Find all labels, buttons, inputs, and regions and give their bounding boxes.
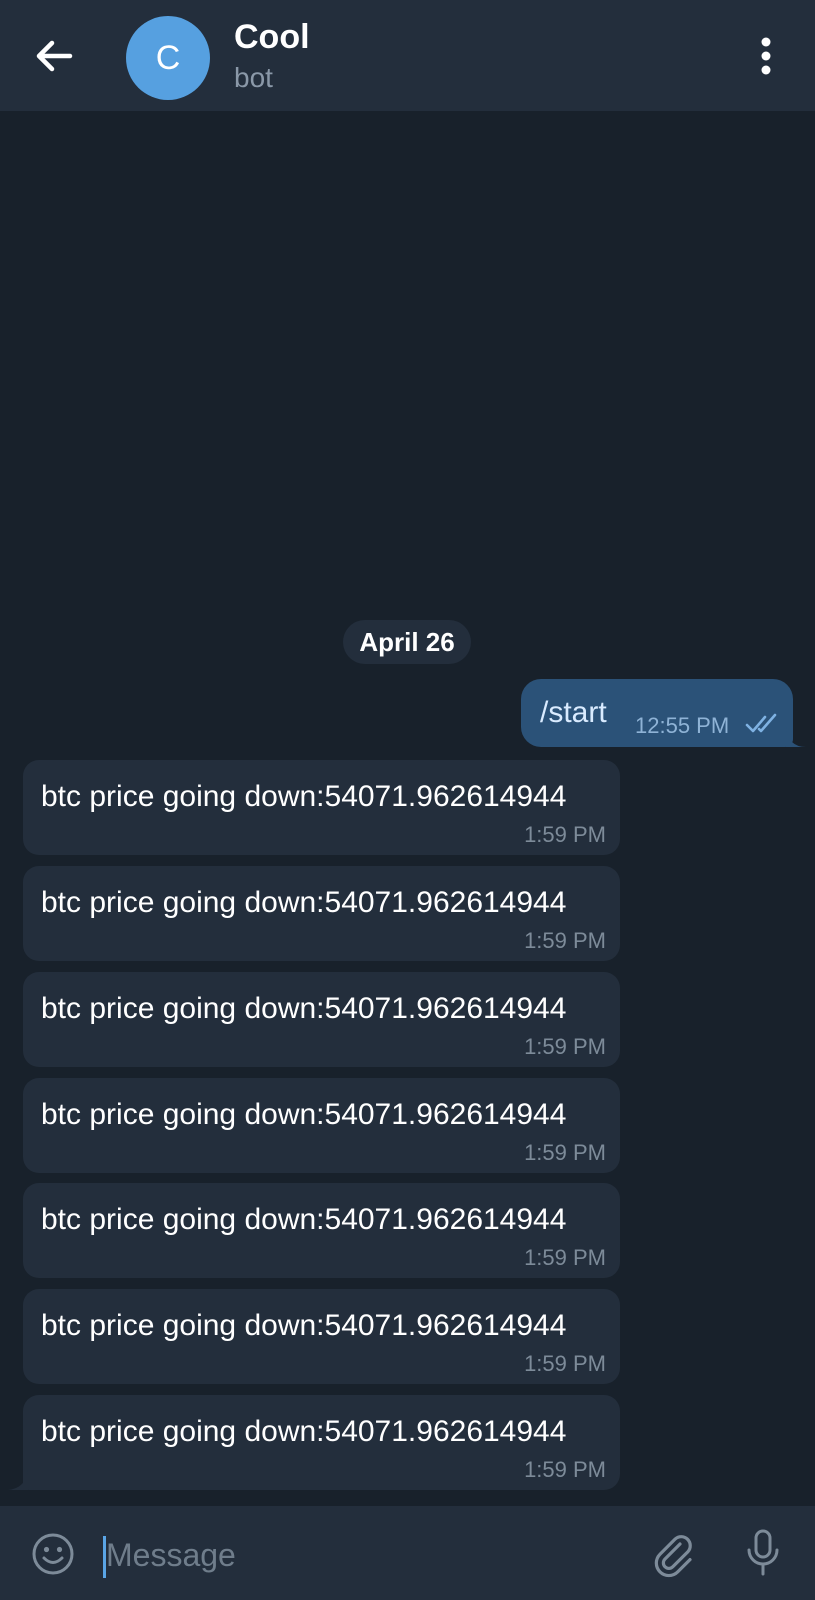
message-text: btc price going down:54071.962614944 (41, 780, 567, 813)
message-text: /start (540, 696, 607, 729)
more-options-button[interactable] (748, 36, 784, 76)
more-vertical-icon (761, 37, 771, 75)
message-input-bar (0, 1506, 815, 1600)
incoming-message[interactable]: btc price going down:54071.962614944 1:5… (23, 1289, 620, 1384)
message-time: 1:59 PM (524, 1034, 606, 1059)
message-text: btc price going down:54071.962614944 (41, 1415, 567, 1448)
incoming-message[interactable]: btc price going down:54071.962614944 1:5… (23, 1395, 620, 1490)
incoming-message[interactable]: btc price going down:54071.962614944 1:5… (23, 760, 620, 855)
message-text: btc price going down:54071.962614944 (41, 886, 567, 919)
chat-title[interactable]: Cool (234, 18, 310, 57)
microphone-icon (747, 1529, 779, 1576)
message-text: btc price going down:54071.962614944 (41, 1203, 567, 1236)
message-time: 12:55 PM (635, 713, 730, 738)
message-time: 1:59 PM (524, 822, 606, 847)
emoji-button[interactable] (31, 1532, 75, 1576)
voice-message-button[interactable] (745, 1528, 781, 1580)
double-check-icon (745, 713, 777, 733)
bubble-tail (8, 1470, 28, 1490)
outgoing-message[interactable]: /start 12:55 PM (521, 679, 793, 747)
chat-screen: C Cool bot April 26 /start 12:55 PM btc … (0, 0, 815, 1600)
arrow-left-icon (36, 40, 73, 72)
avatar[interactable]: C (126, 16, 210, 100)
attach-button[interactable] (650, 1530, 698, 1578)
message-time: 1:59 PM (524, 1140, 606, 1165)
message-time: 1:59 PM (524, 928, 606, 953)
chat-header: C Cool bot (0, 0, 815, 111)
incoming-message[interactable]: btc price going down:54071.962614944 1:5… (23, 1078, 620, 1173)
message-text: btc price going down:54071.962614944 (41, 1098, 567, 1131)
message-time: 1:59 PM (524, 1245, 606, 1270)
back-button[interactable] (30, 32, 78, 80)
paperclip-icon (654, 1535, 692, 1578)
bubble-tail (786, 727, 806, 747)
chat-subtitle: bot (234, 62, 273, 93)
message-time: 1:59 PM (524, 1351, 606, 1376)
message-text: btc price going down:54071.962614944 (41, 1309, 567, 1342)
incoming-message[interactable]: btc price going down:54071.962614944 1:5… (23, 866, 620, 961)
incoming-message[interactable]: btc price going down:54071.962614944 1:5… (23, 972, 620, 1067)
message-input[interactable] (106, 1530, 606, 1580)
incoming-message[interactable]: btc price going down:54071.962614944 1:5… (23, 1183, 620, 1278)
message-time: 1:59 PM (524, 1457, 606, 1482)
message-text: btc price going down:54071.962614944 (41, 992, 567, 1025)
emoji-icon (32, 1533, 74, 1575)
date-separator: April 26 (343, 620, 471, 664)
